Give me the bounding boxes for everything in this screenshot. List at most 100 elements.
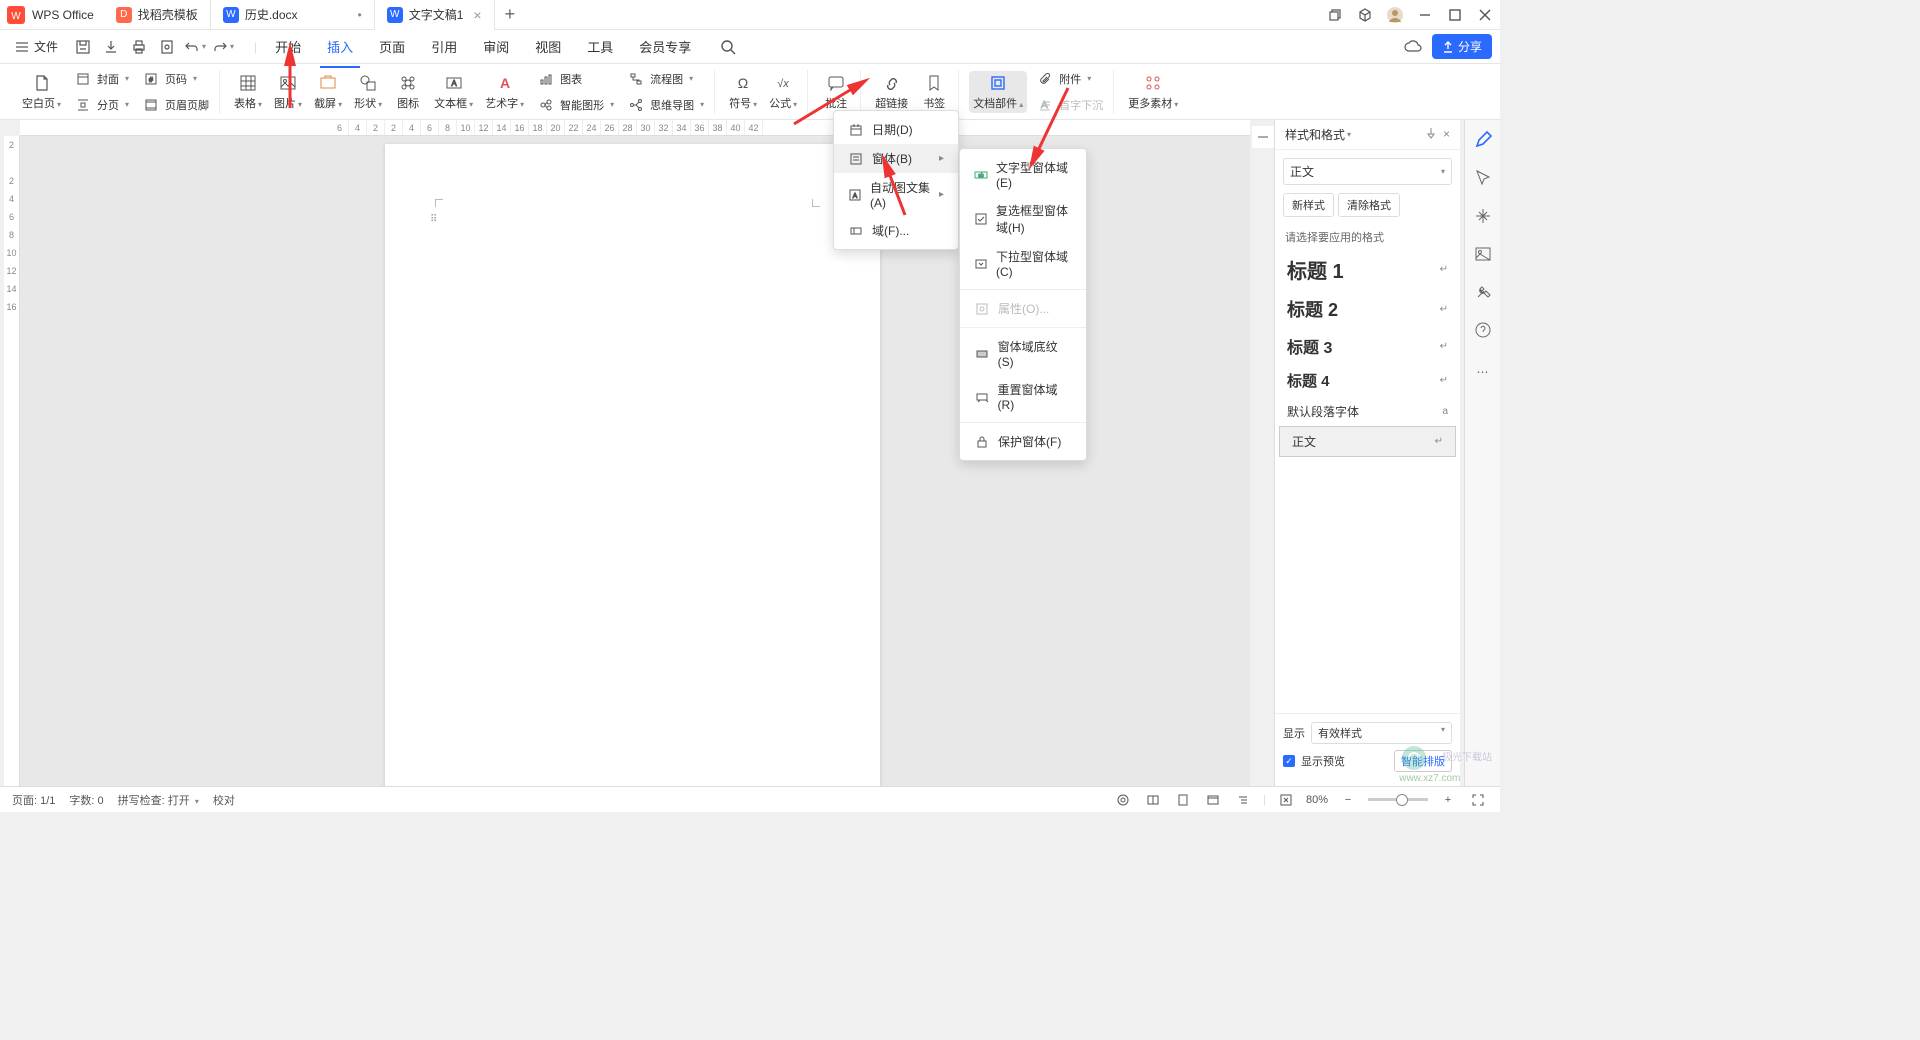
tools-icon[interactable] xyxy=(1471,280,1495,304)
hyperlink-button[interactable]: 超链接 xyxy=(871,71,912,113)
web-view-icon[interactable] xyxy=(1203,790,1223,810)
image-tool-icon[interactable] xyxy=(1471,242,1495,266)
help-icon[interactable] xyxy=(1471,318,1495,342)
zoom-value[interactable]: 80% xyxy=(1306,794,1328,806)
style-h1[interactable]: 标题 1↵ xyxy=(1275,249,1460,290)
shape-button[interactable]: 形状▾ xyxy=(350,71,386,113)
style-body[interactable]: 正文↵ xyxy=(1279,426,1456,457)
equation-button[interactable]: √x公式▾ xyxy=(765,71,801,113)
clear-format-button[interactable]: 清除格式 xyxy=(1338,193,1400,217)
file-menu[interactable]: 文件 xyxy=(8,34,66,59)
dd-autotext[interactable]: A自动图文集(A)▸ xyxy=(834,173,958,216)
headerfooter-button[interactable]: 页眉页脚 xyxy=(137,93,213,117)
style-default-font[interactable]: 默认段落字体a xyxy=(1275,397,1460,426)
focus-icon[interactable] xyxy=(1113,790,1133,810)
dd-reset[interactable]: 重置窗体域(R) xyxy=(960,375,1086,418)
dd-shading[interactable]: 窗体域底纹(S) xyxy=(960,332,1086,375)
sparkle-icon[interactable] xyxy=(1471,204,1495,228)
dd-field[interactable]: 域(F)... xyxy=(834,216,958,245)
fullscreen-icon[interactable] xyxy=(1468,790,1488,810)
style-h3[interactable]: 标题 3↵ xyxy=(1275,328,1460,364)
avatar-icon[interactable] xyxy=(1380,0,1410,30)
tab-view[interactable]: 视图 xyxy=(523,31,573,62)
tab-insert[interactable]: 插入 xyxy=(315,31,365,62)
tab-start[interactable]: 开始 xyxy=(263,31,313,62)
wordart-button[interactable]: A艺术字▾ xyxy=(481,71,528,113)
export-icon[interactable] xyxy=(98,34,124,60)
minimize-icon[interactable] xyxy=(1410,0,1440,30)
book-view-icon[interactable] xyxy=(1143,790,1163,810)
cover-button[interactable]: 封面▾ xyxy=(69,67,133,91)
cloud-icon[interactable] xyxy=(1400,34,1426,60)
preview-icon[interactable] xyxy=(154,34,180,60)
outline-view-icon[interactable] xyxy=(1233,790,1253,810)
spellcheck-status[interactable]: 拼写检查: 打开 ▾ xyxy=(118,792,199,808)
zoom-out-icon[interactable]: − xyxy=(1338,790,1358,810)
drag-handle-icon[interactable]: ⠿ xyxy=(430,214,437,225)
preview-checkbox[interactable]: ✓ xyxy=(1283,755,1295,767)
dd-dropdown-form[interactable]: 下拉型窗体域(C) xyxy=(960,242,1086,285)
docparts-button[interactable]: 文档部件▴ xyxy=(969,71,1027,113)
smartart-button[interactable]: 智能图形▾ xyxy=(532,93,618,117)
dd-protect[interactable]: 保护窗体(F) xyxy=(960,427,1086,456)
more-icon[interactable]: ⋯ xyxy=(1471,360,1495,384)
tab-doc1[interactable]: W 文字文稿1 × xyxy=(375,0,495,30)
tab-page[interactable]: 页面 xyxy=(367,31,417,62)
pin-icon[interactable] xyxy=(1425,127,1437,142)
close-icon[interactable]: × xyxy=(1443,127,1450,142)
dd-date[interactable]: 日期(D) xyxy=(834,115,958,144)
page-view-icon[interactable] xyxy=(1173,790,1193,810)
style-h2[interactable]: 标题 2↵ xyxy=(1275,290,1460,328)
tab-history[interactable]: W 历史.docx • xyxy=(211,0,375,30)
comment-button[interactable]: 批注 xyxy=(818,71,854,113)
blank-page-button[interactable]: 空白页▾ xyxy=(18,71,65,113)
table-button[interactable]: 表格▾ xyxy=(230,71,266,113)
show-select[interactable]: 有效样式▾ xyxy=(1311,722,1452,744)
new-style-button[interactable]: 新样式 xyxy=(1283,193,1334,217)
redo-icon[interactable]: ▾ xyxy=(210,34,236,60)
save-icon[interactable] xyxy=(70,34,96,60)
chart-button[interactable]: 图表 xyxy=(532,67,618,91)
zoom-slider[interactable] xyxy=(1368,798,1428,801)
screenshot-button[interactable]: 截屏▾ xyxy=(310,71,346,113)
flowchart-button[interactable]: 流程图▾ xyxy=(622,67,708,91)
tab-member[interactable]: 会员专享 xyxy=(627,31,703,62)
cursor-icon[interactable] xyxy=(1471,166,1495,190)
close-icon[interactable]: × xyxy=(473,7,481,23)
tab-reference[interactable]: 引用 xyxy=(419,31,469,62)
dd-form[interactable]: 窗体(B)▸ xyxy=(834,144,958,173)
fit-icon[interactable] xyxy=(1276,790,1296,810)
maximize-icon[interactable] xyxy=(1440,0,1470,30)
style-h4[interactable]: 标题 4↵ xyxy=(1275,364,1460,397)
attachment-button[interactable]: 附件▾ xyxy=(1031,67,1107,91)
symbol-button[interactable]: Ω符号▾ xyxy=(725,71,761,113)
current-style-select[interactable]: 正文▾ xyxy=(1283,158,1452,185)
dd-text-form[interactable]: ab文字型窗体域(E) xyxy=(960,153,1086,196)
tab-add-button[interactable]: + xyxy=(495,4,526,25)
section-button[interactable]: 分页▾ xyxy=(69,93,133,117)
tab-template[interactable]: D 找稻壳模板 xyxy=(104,0,211,30)
textbox-button[interactable]: A文本框▾ xyxy=(430,71,477,113)
search-icon[interactable] xyxy=(715,34,741,60)
tab-tools[interactable]: 工具 xyxy=(575,31,625,62)
page[interactable]: ⠿ xyxy=(385,144,880,786)
icon-button[interactable]: 图标 xyxy=(390,71,426,113)
tab-review[interactable]: 审阅 xyxy=(471,31,521,62)
mindmap-button[interactable]: 思维导图▾ xyxy=(622,93,708,117)
collapse-ribbon-button[interactable] xyxy=(1252,126,1274,148)
zoom-in-icon[interactable]: + xyxy=(1438,790,1458,810)
dd-checkbox-form[interactable]: 复选框型窗体域(H) xyxy=(960,196,1086,242)
page-indicator[interactable]: 页面: 1/1 xyxy=(12,792,55,808)
share-button[interactable]: 分享 xyxy=(1432,34,1492,59)
pencil-icon[interactable] xyxy=(1471,128,1495,152)
close-icon[interactable] xyxy=(1470,0,1500,30)
cube-icon[interactable] xyxy=(1350,0,1380,30)
bookmark-button[interactable]: 书签 xyxy=(916,71,952,113)
pagenum-button[interactable]: #页码▾ xyxy=(137,67,213,91)
more-button[interactable]: 更多素材▾ xyxy=(1124,71,1182,113)
word-count[interactable]: 字数: 0 xyxy=(69,792,103,808)
picture-button[interactable]: 图片▾ xyxy=(270,71,306,113)
chevron-down-icon[interactable]: ▾ xyxy=(1347,130,1351,139)
window-dup-icon[interactable] xyxy=(1320,0,1350,30)
undo-icon[interactable]: ▾ xyxy=(182,34,208,60)
